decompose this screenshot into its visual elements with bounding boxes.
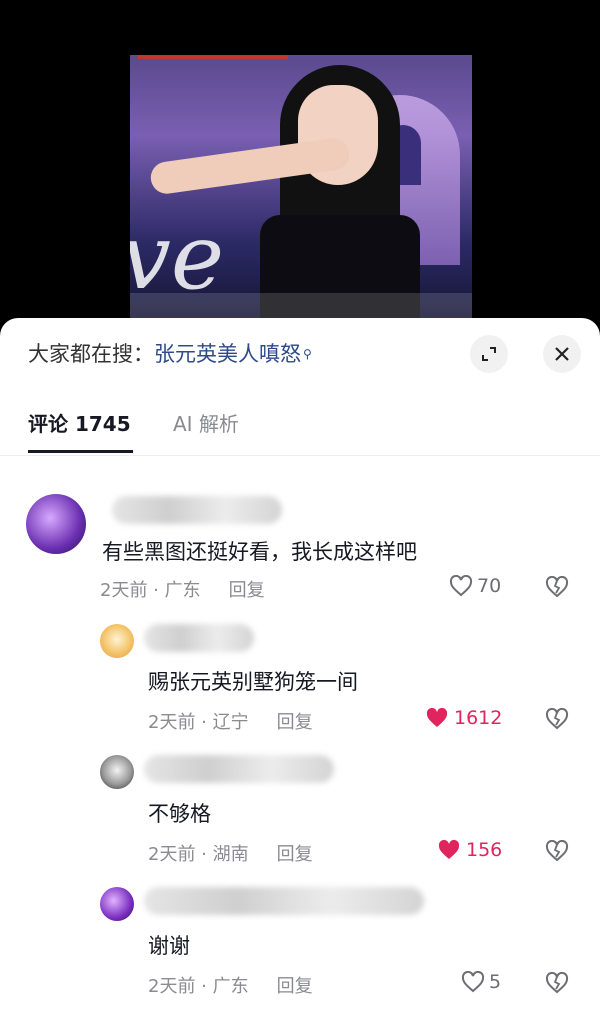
like-button[interactable]: 70 <box>449 575 501 597</box>
close-icon <box>555 347 569 361</box>
comment-text: 有些黑图还挺好看，我长成这样吧 <box>102 540 417 564</box>
avatar[interactable] <box>100 624 134 658</box>
heart-outline-icon <box>449 575 473 597</box>
like-count: 5 <box>489 971 502 993</box>
heart-filled-icon <box>438 839 460 859</box>
like-button[interactable]: 1612 <box>424 707 502 729</box>
comment-meta: 2天前 · 广东 回复 <box>100 576 265 602</box>
comment-time: 2天前 · 湖南 <box>148 844 249 865</box>
like-button[interactable]: 5 <box>461 971 501 993</box>
username-blurred[interactable] <box>144 887 424 915</box>
close-button[interactable] <box>543 335 581 373</box>
trending-prefix: 大家都在搜： <box>28 342 154 366</box>
like-count: 156 <box>466 839 503 861</box>
dislike-icon[interactable] <box>545 840 569 862</box>
trending-search[interactable]: 大家都在搜：张元英美人嗔怒 ⚲ <box>28 340 312 368</box>
comment-text: 不够格 <box>148 802 211 826</box>
reply-button[interactable]: 回复 <box>277 976 313 997</box>
dislike-icon[interactable] <box>545 972 569 994</box>
dislike-icon[interactable] <box>545 576 569 598</box>
comment-time: 2天前 · 广东 <box>100 580 201 601</box>
trending-term[interactable]: 张元英美人嗔怒 <box>154 342 301 366</box>
comment-meta: 2天前 · 广东 回复 <box>148 972 313 998</box>
comment-time: 2天前 · 辽宁 <box>148 712 249 733</box>
heart-outline-icon <box>461 971 485 993</box>
like-count: 1612 <box>454 707 503 729</box>
expand-icon <box>482 347 496 361</box>
comment-time: 2天前 · 广东 <box>148 976 249 997</box>
tab-ai-analysis[interactable]: AI 解析 <box>173 408 239 437</box>
heart-filled-icon <box>426 707 448 727</box>
username-blurred[interactable] <box>112 496 282 524</box>
reply-button[interactable]: 回复 <box>229 580 265 601</box>
username-blurred[interactable] <box>144 755 334 783</box>
tabs-divider <box>0 455 600 456</box>
progress-bar <box>138 55 288 59</box>
expand-button[interactable] <box>470 335 508 373</box>
dislike-icon[interactable] <box>545 708 569 730</box>
comment-meta: 2天前 · 湖南 回复 <box>148 840 313 866</box>
comment-sheet: 大家都在搜：张元英美人嗔怒 ⚲ 评论 1745 AI 解析 有些黑图还挺好看，我长… <box>0 318 600 1019</box>
reply-button[interactable]: 回复 <box>277 712 313 733</box>
tab-comments[interactable]: 评论 1745 <box>28 408 131 437</box>
video-player[interactable]: ve <box>130 55 472 323</box>
active-tab-indicator <box>28 450 133 453</box>
like-button[interactable]: 156 <box>436 839 502 861</box>
comment-text: 谢谢 <box>148 934 190 958</box>
avatar[interactable] <box>100 887 134 921</box>
username-blurred[interactable] <box>144 624 254 652</box>
avatar[interactable] <box>100 755 134 789</box>
like-count: 70 <box>477 575 502 597</box>
comment-text: 赐张元英别墅狗笼一间 <box>148 670 358 694</box>
comment-meta: 2天前 · 辽宁 回复 <box>148 708 313 734</box>
search-icon: ⚲ <box>303 347 312 361</box>
avatar[interactable] <box>26 494 86 554</box>
reply-button[interactable]: 回复 <box>277 844 313 865</box>
